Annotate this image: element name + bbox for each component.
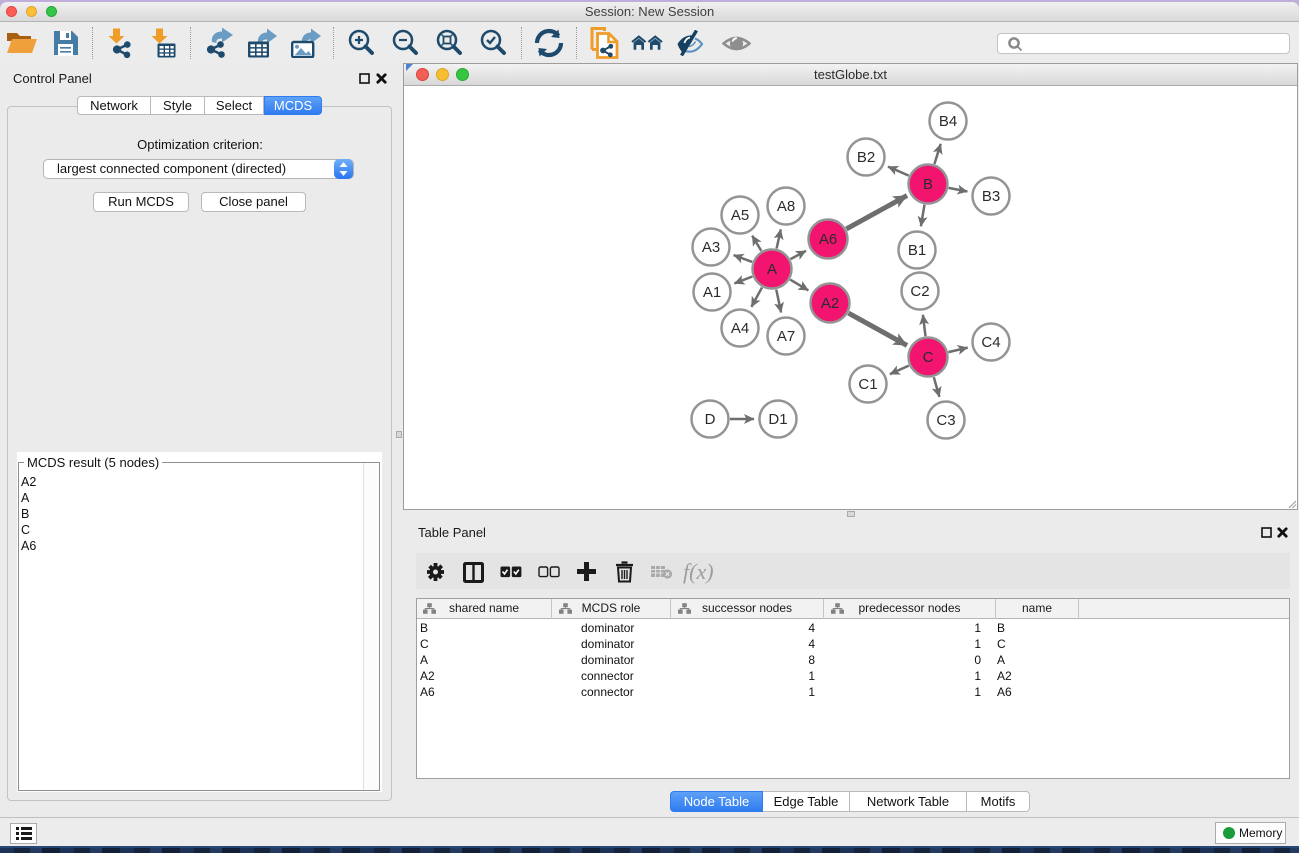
svg-text:A7: A7 [777, 328, 795, 345]
svg-text:A6: A6 [819, 231, 837, 248]
svg-text:A3: A3 [702, 239, 720, 256]
svg-text:C4: C4 [981, 334, 1000, 351]
svg-text:B3: B3 [982, 188, 1000, 205]
svg-text:A5: A5 [731, 207, 749, 224]
svg-text:A4: A4 [731, 320, 749, 337]
svg-text:C3: C3 [936, 412, 955, 429]
svg-text:A8: A8 [777, 198, 795, 215]
svg-text:D1: D1 [768, 411, 787, 428]
svg-text:B2: B2 [857, 149, 875, 166]
svg-text:A: A [767, 261, 777, 278]
svg-text:B4: B4 [939, 113, 957, 130]
svg-text:B1: B1 [908, 242, 926, 259]
svg-text:B: B [923, 176, 933, 193]
svg-text:D: D [705, 411, 716, 428]
svg-text:A2: A2 [821, 295, 839, 312]
svg-text:C1: C1 [858, 376, 877, 393]
svg-text:C: C [923, 349, 934, 366]
svg-text:C2: C2 [910, 283, 929, 300]
svg-text:A1: A1 [703, 284, 721, 301]
